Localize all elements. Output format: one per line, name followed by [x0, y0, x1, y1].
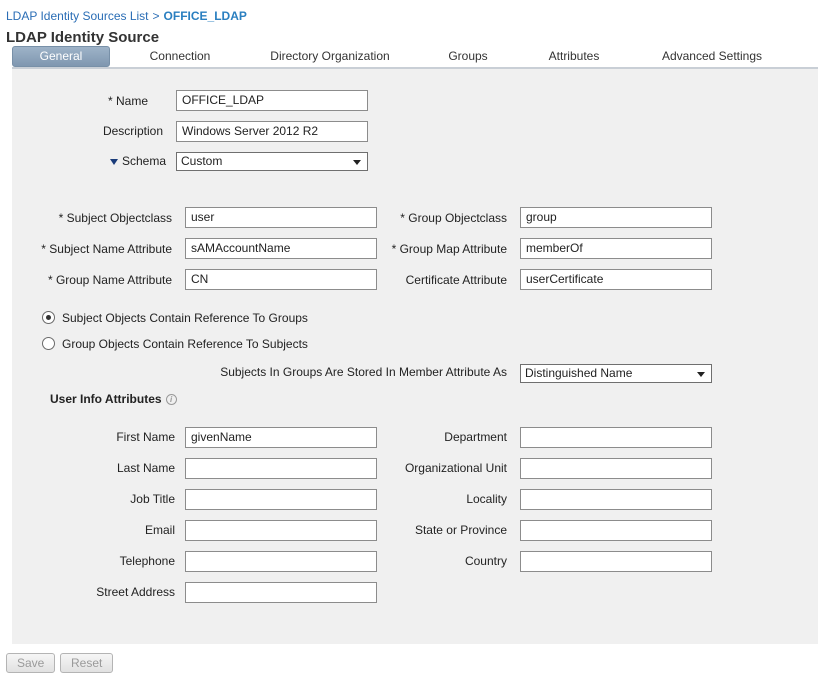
member-attribute-select[interactable]: Distinguished Name	[520, 364, 712, 383]
locality-label: Locality	[466, 492, 507, 506]
state-province-label: State or Province	[414, 523, 507, 537]
description-field[interactable]: Windows Server 2012 R2	[176, 121, 368, 142]
tab-groups[interactable]: Groups	[438, 46, 498, 66]
first-name-label: First Name	[116, 430, 175, 444]
organizational-unit-label: Organizational Unit	[404, 461, 507, 475]
street-address-label: Street Address	[96, 585, 175, 599]
email-label: Email	[144, 523, 175, 537]
user-info-heading: User Info Attributes i	[50, 392, 177, 406]
breadcrumb: LDAP Identity Sources List > OFFICE_LDAP	[6, 9, 247, 23]
save-button[interactable]: Save	[6, 653, 56, 673]
email-field[interactable]	[185, 520, 377, 541]
group-name-attribute-field[interactable]: CN	[185, 269, 377, 290]
chevron-down-icon	[697, 372, 705, 377]
triangle-down-icon[interactable]	[109, 158, 118, 165]
schema-label: Schema	[121, 154, 166, 168]
page-title: LDAP Identity Source	[6, 29, 160, 46]
schema-label-group[interactable]: Schema	[109, 154, 166, 168]
group-name-attribute-label: * Group Name Attribute	[47, 273, 172, 287]
group-reference-radio[interactable]	[42, 337, 55, 350]
tab-directory-organization[interactable]: Directory Organization	[262, 46, 398, 66]
tab-general[interactable]: General	[12, 46, 110, 67]
group-objectclass-field[interactable]: group	[520, 207, 712, 228]
job-title-field[interactable]	[185, 489, 377, 510]
schema-select[interactable]: Custom	[176, 152, 368, 171]
department-field[interactable]	[520, 427, 712, 448]
telephone-field[interactable]	[185, 551, 377, 572]
locality-field[interactable]	[520, 489, 712, 510]
organizational-unit-field[interactable]	[520, 458, 712, 479]
chevron-down-icon	[353, 160, 361, 165]
certificate-attribute-field[interactable]: userCertificate	[520, 269, 712, 290]
tab-attributes[interactable]: Attributes	[536, 46, 612, 66]
name-field[interactable]: OFFICE_LDAP	[176, 90, 368, 111]
job-title-label: Job Title	[130, 492, 175, 506]
member-attribute-select-value: Distinguished Name	[525, 366, 633, 380]
state-province-field[interactable]	[520, 520, 712, 541]
group-objectclass-label: * Group Objectclass	[400, 211, 507, 225]
group-map-attribute-label: * Group Map Attribute	[391, 242, 507, 256]
department-label: Department	[444, 430, 507, 444]
member-attribute-label: Subjects In Groups Are Stored In Member …	[220, 365, 507, 379]
group-reference-label[interactable]: Group Objects Contain Reference To Subje…	[62, 337, 308, 351]
breadcrumb-parent-link[interactable]: LDAP Identity Sources List	[6, 9, 149, 23]
breadcrumb-separator: >	[152, 9, 160, 23]
country-label: Country	[464, 554, 507, 568]
last-name-field[interactable]	[185, 458, 377, 479]
group-map-attribute-field[interactable]: memberOf	[520, 238, 712, 259]
last-name-label: Last Name	[116, 461, 175, 475]
subject-reference-radio[interactable]	[42, 311, 55, 324]
schema-select-value: Custom	[181, 154, 223, 168]
country-field[interactable]	[520, 551, 712, 572]
tab-bar: General Connection Directory Organizatio…	[12, 46, 818, 68]
subject-objectclass-field[interactable]: user	[185, 207, 377, 228]
certificate-attribute-label: Certificate Attribute	[405, 273, 507, 287]
name-label: * Name	[107, 94, 148, 108]
subject-name-attribute-field[interactable]: sAMAccountName	[185, 238, 377, 259]
subject-reference-label[interactable]: Subject Objects Contain Reference To Gro…	[62, 311, 308, 325]
info-icon[interactable]: i	[165, 394, 177, 406]
tab-advanced-settings[interactable]: Advanced Settings	[652, 46, 772, 66]
street-address-field[interactable]	[185, 582, 377, 603]
subject-name-attribute-label: * Subject Name Attribute	[41, 242, 172, 256]
reset-button[interactable]: Reset	[60, 653, 114, 673]
tab-connection[interactable]: Connection	[134, 46, 226, 66]
user-info-heading-text: User Info Attributes	[50, 392, 162, 406]
subject-objectclass-label: * Subject Objectclass	[58, 211, 172, 225]
first-name-field[interactable]: givenName	[185, 427, 377, 448]
description-label: Description	[102, 124, 163, 138]
breadcrumb-current: OFFICE_LDAP	[163, 9, 247, 23]
telephone-label: Telephone	[119, 554, 175, 568]
